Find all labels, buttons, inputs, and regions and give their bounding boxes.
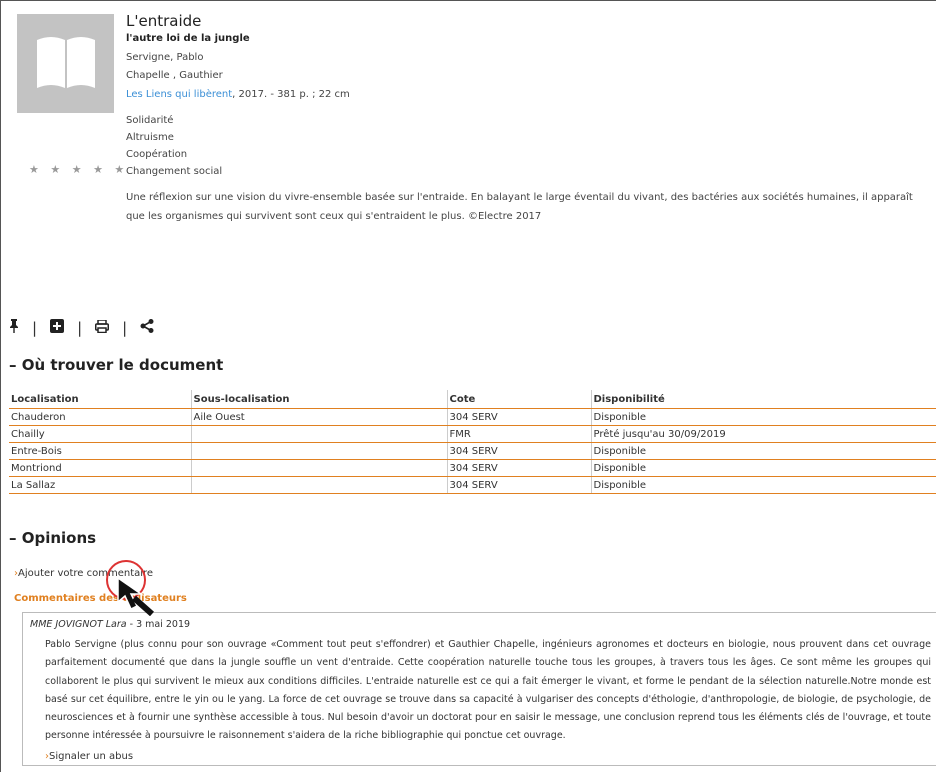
report-abuse-label: Signaler un abus [49, 751, 134, 762]
author-link-2[interactable]: Chapelle , Gauthier [126, 70, 223, 81]
report-abuse-link[interactable]: ›Signaler un abus [45, 751, 133, 762]
print-icon[interactable] [95, 318, 110, 337]
record-subtitle: l'autre loi de la jungle [126, 33, 250, 44]
cell-callnumber: 304 SERV [447, 408, 592, 426]
cell-callnumber: 304 SERV [447, 476, 592, 494]
cell-availability: Disponible [591, 476, 936, 494]
author-link-1[interactable]: Servigne, Pablo [126, 52, 203, 63]
subject-link-2[interactable]: Altruisme [126, 132, 174, 143]
comment-text: Pablo Servigne (plus connu pour son ouvr… [45, 639, 931, 742]
cell-location: Chauderon [9, 408, 192, 426]
user-comments-heading: Commentaires des utilisateurs [14, 593, 187, 604]
comment-meta: MME JOVIGNOT Lara - 3 mai 2019 [30, 619, 190, 630]
cell-availability: Disponible [591, 408, 936, 426]
table-row: Montriond 304 SERV Disponible [9, 459, 936, 477]
holdings-table: Localisation Sous-localisation Cote Disp… [9, 390, 936, 494]
record-description: Une réflexion sur une vision du vivre-en… [126, 192, 913, 222]
share-icon[interactable] [140, 319, 154, 337]
cell-availability: Disponible [591, 459, 936, 477]
comment-card: MME JOVIGNOT Lara - 3 mai 2019 Pablo Ser… [22, 612, 936, 766]
subject-link-4[interactable]: Changement social [126, 166, 222, 177]
record-title: L'entraide [126, 12, 202, 30]
where-heading[interactable]: – Où trouver le document [9, 356, 223, 374]
pin-icon[interactable] [9, 319, 19, 337]
col-header-location: Localisation [9, 390, 192, 409]
cell-sublocation [191, 459, 448, 477]
book-cover [17, 14, 114, 113]
add-icon[interactable] [50, 319, 65, 337]
book-icon [37, 37, 95, 88]
table-header-row: Localisation Sous-localisation Cote Disp… [9, 390, 936, 409]
separator: | [77, 319, 83, 337]
comment-date: - 3 mai 2019 [126, 619, 191, 630]
cell-callnumber: FMR [447, 425, 592, 443]
cell-availability: Prêté jusqu'au 30/09/2019 [591, 425, 936, 443]
col-header-callnumber: Cote [447, 390, 592, 409]
separator: | [32, 319, 38, 337]
subject-link-1[interactable]: Solidarité [126, 115, 173, 126]
table-row: Entre-Bois 304 SERV Disponible [9, 442, 936, 460]
collapse-toggle[interactable]: – [9, 356, 17, 374]
cell-callnumber: 304 SERV [447, 459, 592, 477]
collapse-toggle[interactable]: – [9, 529, 17, 547]
col-header-sublocation: Sous-localisation [191, 390, 448, 409]
cell-availability: Disponible [591, 442, 936, 460]
cell-location: Entre-Bois [9, 442, 192, 460]
cell-location: La Sallaz [9, 476, 192, 494]
cell-sublocation: Aile Ouest [191, 408, 448, 426]
rating-stars[interactable]: ★ ★ ★ ★ ★ [29, 163, 128, 176]
record-actions: | | | [9, 318, 154, 338]
cell-sublocation [191, 425, 448, 443]
separator: | [122, 319, 128, 337]
mouse-cursor-icon [117, 576, 154, 616]
cell-callnumber: 304 SERV [447, 442, 592, 460]
opinions-heading[interactable]: – Opinions [9, 529, 96, 547]
publication-info: Les Liens qui libèrent, 2017. - 381 p. ;… [126, 89, 350, 100]
cell-sublocation [191, 442, 448, 460]
where-heading-text: Où trouver le document [21, 356, 224, 374]
cell-location: Montriond [9, 459, 192, 477]
cell-sublocation [191, 476, 448, 494]
opinions-heading-text: Opinions [21, 529, 97, 547]
table-row: Chauderon Aile Ouest 304 SERV Disponible [9, 408, 936, 426]
cell-location: Chailly [9, 425, 192, 443]
subject-link-3[interactable]: Coopération [126, 149, 187, 160]
publisher-link[interactable]: Les Liens qui libèrent [126, 89, 232, 100]
table-row: Chailly FMR Prêté jusqu'au 30/09/2019 [9, 425, 936, 443]
publication-details: , 2017. - 381 p. ; 22 cm [232, 89, 350, 100]
col-header-availability: Disponibilité [591, 390, 936, 409]
table-row: La Sallaz 304 SERV Disponible [9, 476, 936, 494]
comment-author: MME JOVIGNOT Lara [30, 619, 127, 630]
